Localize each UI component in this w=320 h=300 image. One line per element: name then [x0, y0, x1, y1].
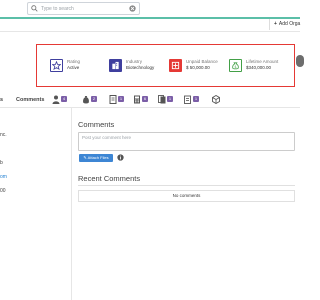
- detail-value: nc.: [0, 132, 7, 138]
- money-bag-icon: [83, 96, 89, 104]
- detail-value: 00: [0, 188, 6, 194]
- calculator-icon: [134, 95, 140, 104]
- tab-badge: 6: [142, 96, 148, 102]
- comment-input[interactable]: [79, 133, 294, 150]
- tab-badge: 4: [61, 96, 67, 102]
- star-icon: [50, 59, 63, 72]
- tab-badge: 1: [118, 96, 124, 102]
- search-icon: [31, 5, 38, 12]
- lifetime-amount-value: $340,000.00: [246, 65, 272, 70]
- search-input[interactable]: [41, 4, 121, 14]
- unpaid-balance-label: Unpaid Balance: [186, 59, 218, 64]
- balance-icon: [169, 59, 182, 72]
- attach-files-button[interactable]: ✎ Attach Files: [79, 154, 113, 162]
- box-icon: [212, 95, 220, 104]
- header-divider: [0, 31, 300, 32]
- recent-comments-divider: [78, 185, 295, 186]
- header-accent-line: [0, 17, 300, 19]
- document-icon: [109, 95, 117, 104]
- no-comments-message: No comments: [78, 190, 295, 202]
- tab-badge: 1: [193, 96, 199, 102]
- details-column: nc. b om 00: [0, 108, 72, 300]
- rating-label: Rating: [67, 59, 81, 64]
- summary-cards-highlight: Rating Active Industry Biotechnology Unp…: [36, 44, 295, 87]
- files-icon: [184, 95, 191, 104]
- tab-comments[interactable]: Comments: [16, 97, 44, 103]
- industry-value: Biotechnology: [126, 65, 155, 70]
- tab-badge: 2: [91, 96, 97, 102]
- svg-text:$: $: [235, 65, 237, 69]
- comment-box[interactable]: [78, 132, 295, 151]
- rating-value: Active: [67, 65, 80, 70]
- top-bar: [0, 0, 300, 17]
- search-box[interactable]: [27, 2, 140, 15]
- tab-partial[interactable]: s: [0, 97, 3, 103]
- clear-search-icon[interactable]: [129, 5, 136, 12]
- plus-icon: +: [274, 21, 277, 27]
- recent-comments-heading: Recent Comments: [78, 174, 141, 183]
- money-bag-icon: $: [229, 59, 242, 72]
- unpaid-balance-value: $ 50,000.00: [186, 65, 210, 70]
- avatar[interactable]: [296, 55, 304, 67]
- detail-value: b: [0, 160, 3, 166]
- contact-icon: [52, 95, 60, 104]
- attach-files-label: Attach Files: [87, 155, 109, 160]
- detail-link[interactable]: om: [0, 174, 7, 180]
- add-org-label: Add Orga: [278, 21, 301, 27]
- tab-badge: 1: [167, 96, 173, 102]
- add-organization-button[interactable]: + Add Orga: [269, 19, 300, 30]
- comments-heading: Comments: [78, 120, 115, 129]
- industry-label: Industry: [126, 59, 143, 64]
- building-icon: [109, 59, 122, 72]
- info-icon[interactable]: [117, 154, 124, 161]
- lifetime-amount-label: Lifetime Amount: [246, 59, 279, 64]
- record-tabs: s Comments 4 2 1 6 1 1: [0, 93, 300, 107]
- documents-icon: [158, 95, 166, 104]
